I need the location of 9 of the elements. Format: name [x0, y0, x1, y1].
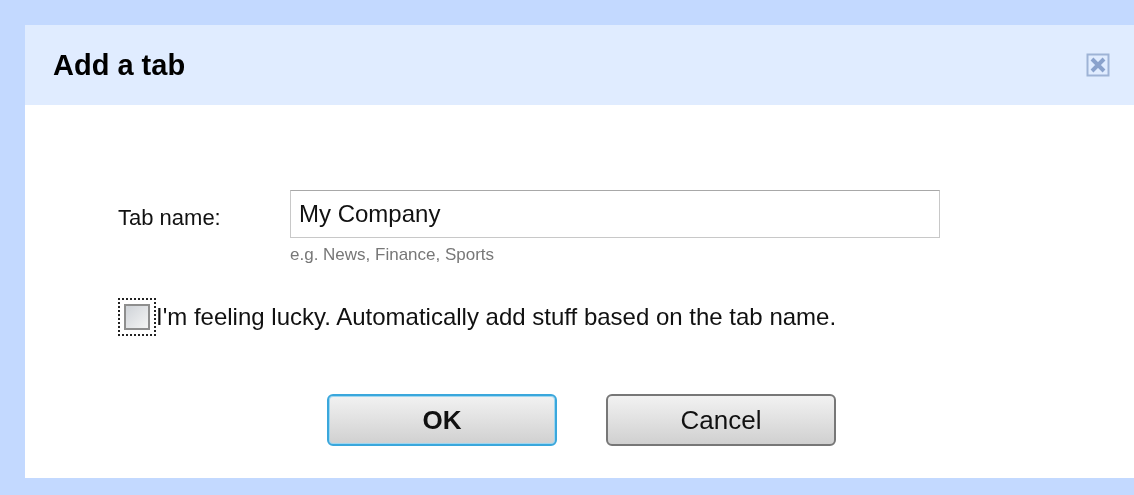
- tab-name-field[interactable]: My Company: [290, 190, 940, 238]
- field-label: Tab name:: [118, 205, 222, 231]
- cancel-button[interactable]: Cancel: [606, 394, 836, 446]
- dialog-title: Add a tab: [53, 48, 186, 82]
- checkbox[interactable]: [124, 304, 150, 330]
- checkbox-label: I'm feeling lucky. Automatically add stuff based on the tab name.: [156, 303, 837, 331]
- close-icon[interactable]: [1086, 53, 1110, 77]
- field-hint: e.g. News, Finance, Sports: [290, 245, 496, 265]
- ok-button[interactable]: OK: [327, 394, 557, 446]
